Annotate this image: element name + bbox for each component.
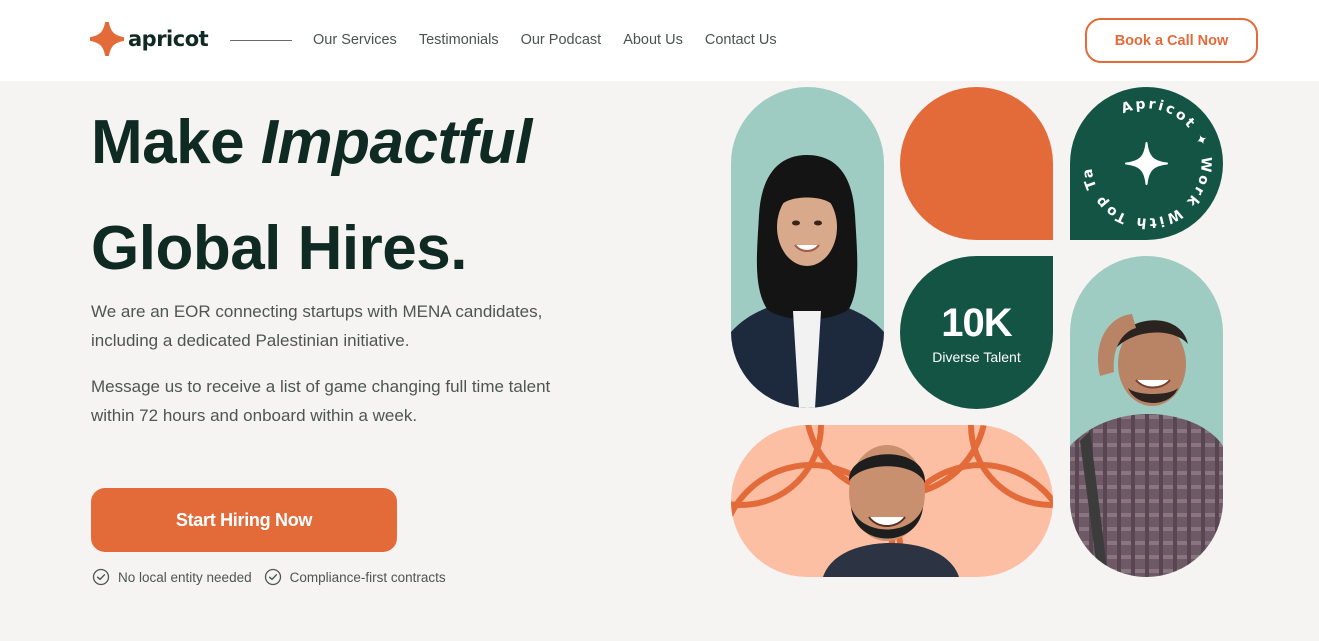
nav-about-us[interactable]: About Us xyxy=(623,32,683,48)
decorative-orange-shape xyxy=(900,87,1053,240)
start-hiring-button[interactable]: Start Hiring Now xyxy=(91,488,397,552)
site-header: apricot Our Services Testimonials Our Po… xyxy=(0,0,1319,81)
nav-our-services[interactable]: Our Services xyxy=(313,32,397,48)
stat-value: 10K xyxy=(941,300,1012,345)
hero-title-plain: Make xyxy=(91,108,261,177)
stat-label: Diverse Talent xyxy=(932,348,1021,365)
badge-graphic: Apricot ✦ Work With Top Talent ✦ xyxy=(1070,87,1211,231)
sparkle-icon xyxy=(1125,142,1168,185)
hero-title-italic: Impactful xyxy=(260,108,533,177)
portrait-man-beard xyxy=(731,425,1053,577)
man-plaid-photo-illustration xyxy=(1070,314,1223,577)
stat-card: 10K Diverse Talent xyxy=(900,256,1053,409)
portrait-woman xyxy=(731,87,884,408)
book-call-button[interactable]: Book a Call Now xyxy=(1085,18,1258,63)
hero-title: Make Impactful Global Hires. xyxy=(91,90,532,302)
hero-title-line2: Global Hires. xyxy=(91,214,467,283)
hero-title-line1: Make Impactful xyxy=(91,108,532,177)
hero-paragraph-1: We are an EOR connecting startups with M… xyxy=(91,302,543,350)
woman-photo-illustration xyxy=(731,155,884,408)
check-label: No local entity needed xyxy=(118,569,252,585)
check-item: No local entity needed xyxy=(92,568,252,586)
nav-divider xyxy=(230,40,292,41)
man-beard-photo-illustration xyxy=(731,425,1053,577)
feature-checks: No local entity needed Compliance-first … xyxy=(92,568,446,586)
apricot-logo-icon xyxy=(90,22,124,56)
main-nav: Our Services Testimonials Our Podcast Ab… xyxy=(313,32,777,48)
nav-testimonials[interactable]: Testimonials xyxy=(419,32,499,48)
nav-contact-us[interactable]: Contact Us xyxy=(705,32,777,48)
check-label: Compliance-first contracts xyxy=(289,569,446,585)
portrait-man-plaid xyxy=(1070,256,1223,577)
nav-our-podcast[interactable]: Our Podcast xyxy=(521,32,602,48)
hero-paragraph-2: Message us to receive a list of game cha… xyxy=(91,377,551,425)
check-item: Compliance-first contracts xyxy=(264,568,446,586)
work-with-top-talent-badge: Apricot ✦ Work With Top Talent ✦ xyxy=(1070,87,1223,240)
brand-name: apricot xyxy=(128,27,209,51)
check-circle-icon xyxy=(92,568,110,586)
logo[interactable]: apricot xyxy=(90,22,209,56)
check-circle-icon xyxy=(264,568,281,586)
